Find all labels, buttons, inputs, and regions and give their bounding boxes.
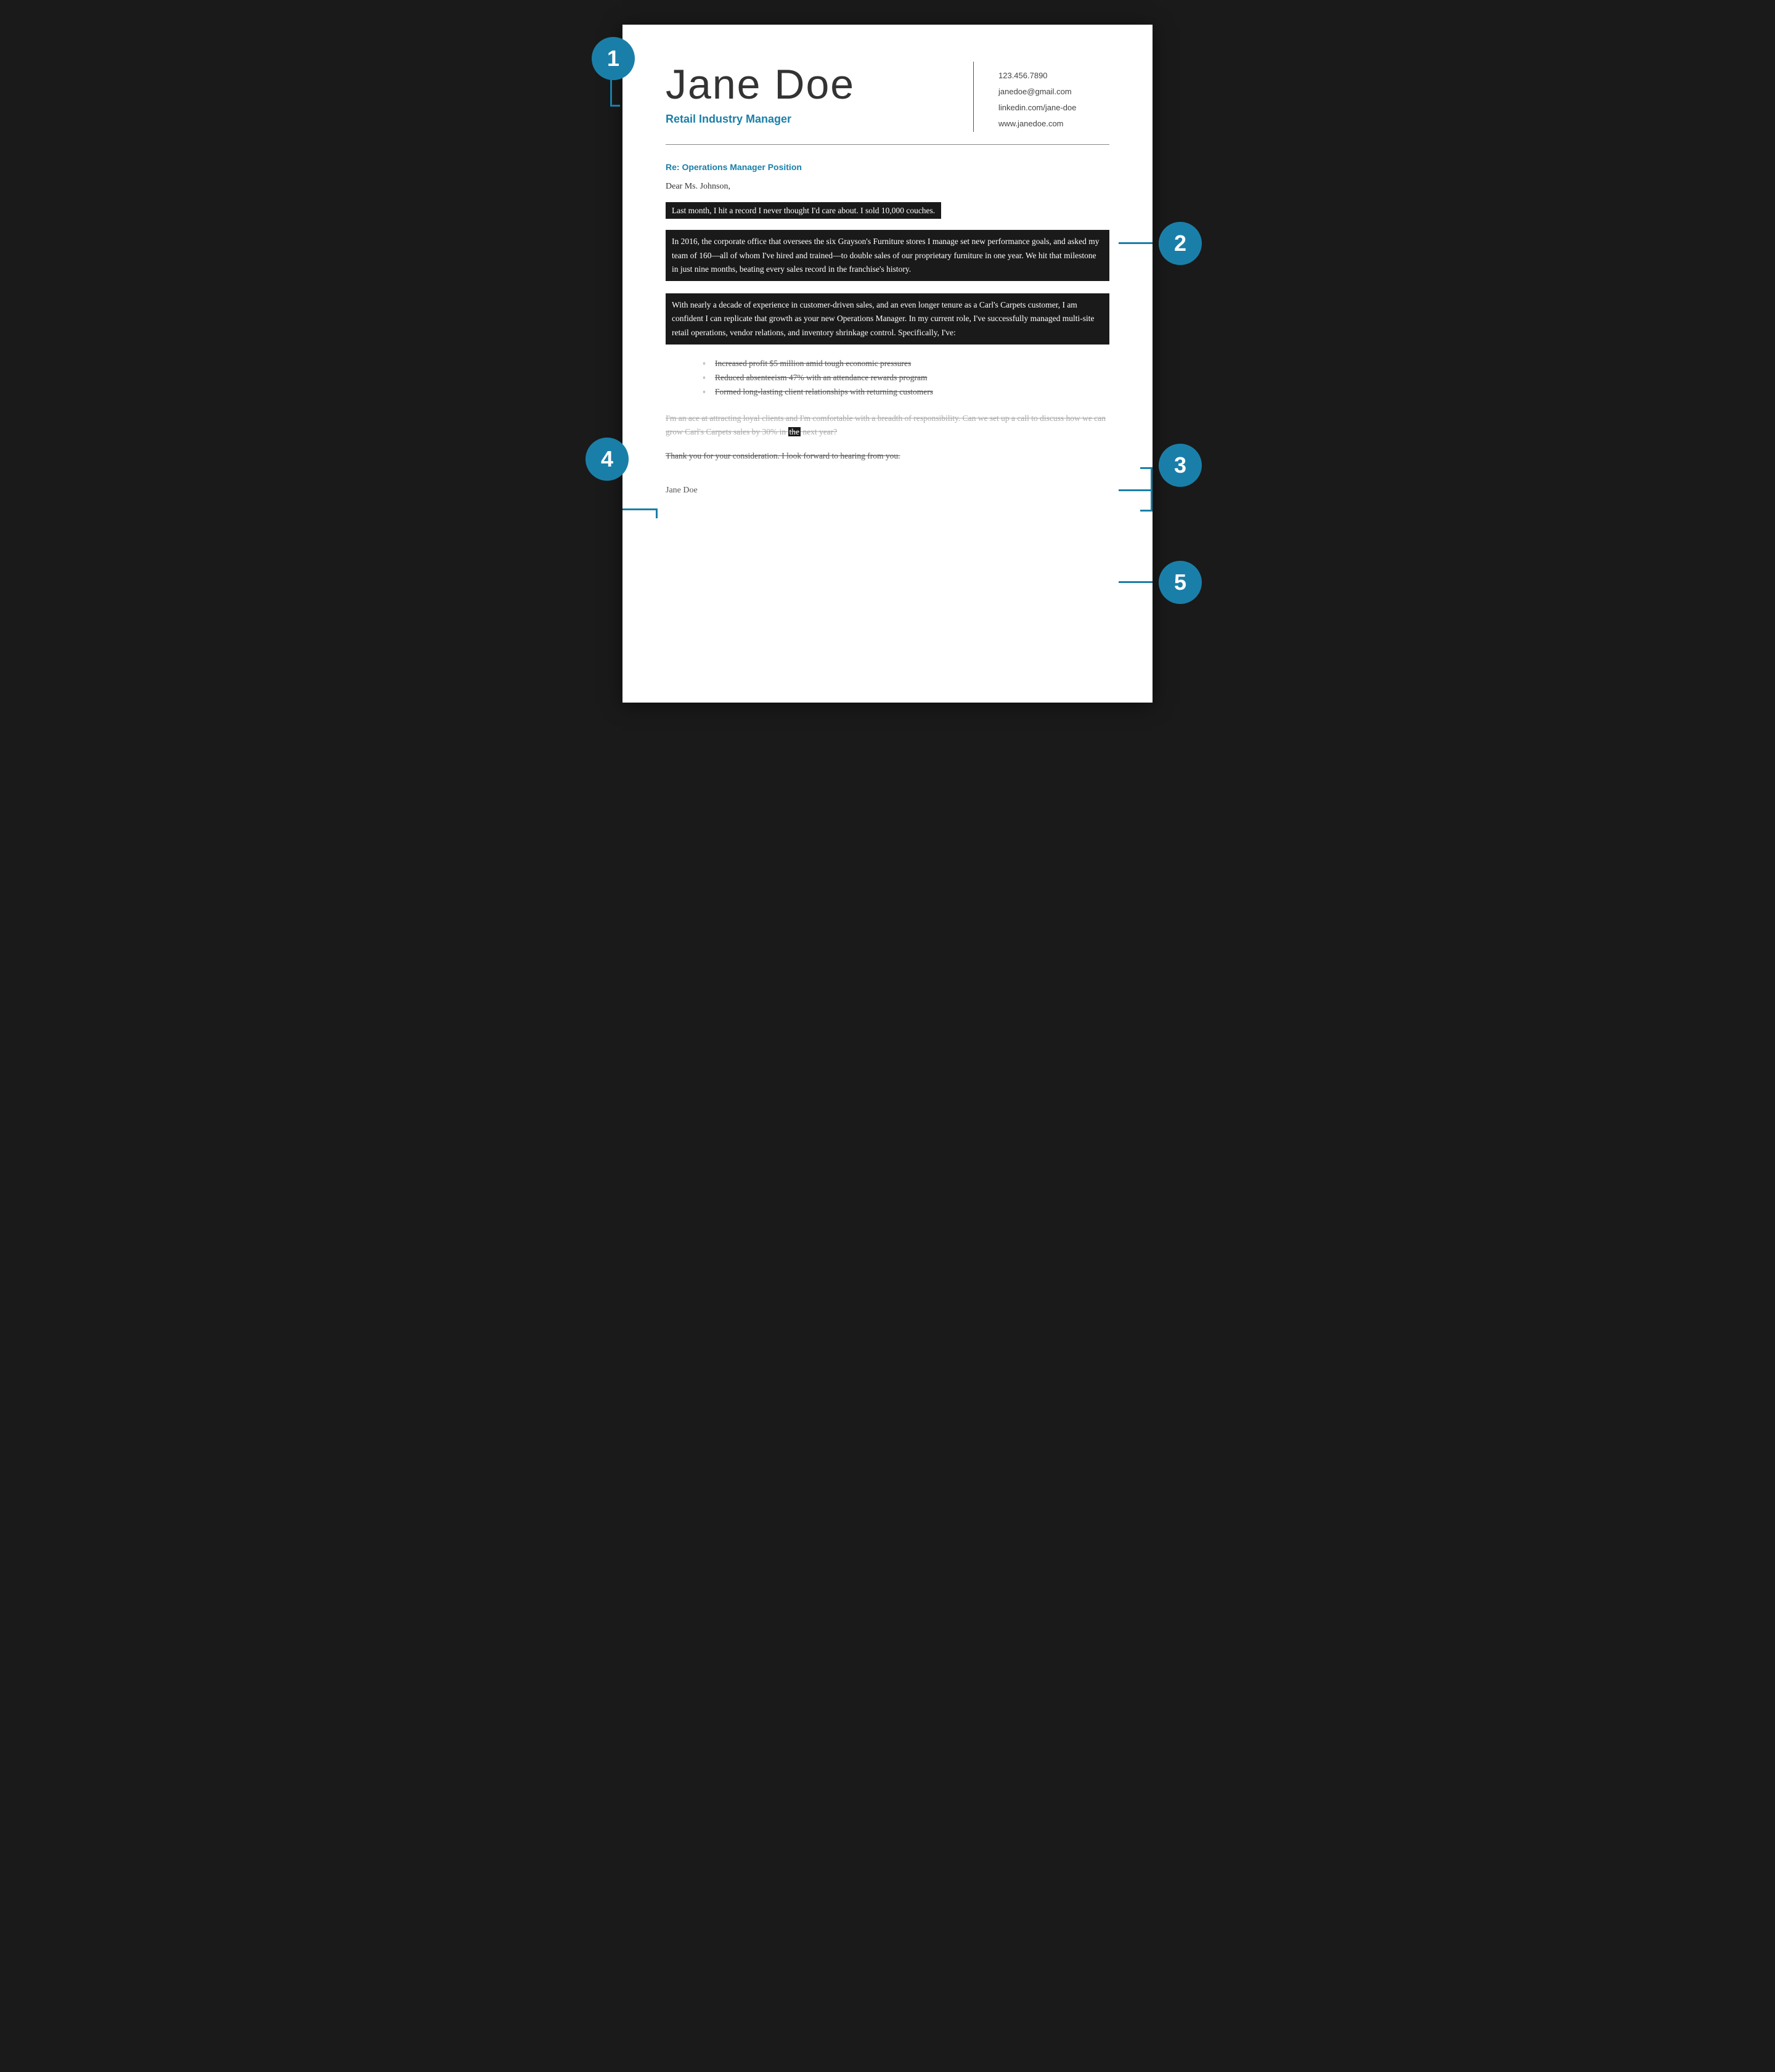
- linkedin: linkedin.com/jane-doe: [998, 100, 1109, 116]
- paragraph-2: In 2016, the corporate office that overs…: [666, 230, 1109, 281]
- resume-page: Jane Doe Retail Industry Manager 123.456…: [622, 25, 1153, 703]
- paragraph-2-highlight: In 2016, the corporate office that overs…: [666, 230, 1109, 281]
- bullet-item-2: Reduced absenteeism 47% with an attendan…: [703, 371, 1109, 385]
- annotation-bubble-5: 5: [1159, 561, 1202, 604]
- closing-line: Thank you for your consideration. I look…: [666, 451, 1109, 461]
- letter-body: Re: Operations Manager Position Dear Ms.…: [666, 162, 1109, 496]
- annotation-line-2: [1119, 242, 1153, 244]
- email: janedoe@gmail.com: [998, 84, 1109, 100]
- salutation: Dear Ms. Johnson,: [666, 182, 1109, 192]
- job-title: Retail Industry Manager: [666, 113, 949, 126]
- paragraph-1-highlight: Last month, I hit a record I never thoug…: [666, 202, 941, 219]
- annotation-line-4v: [656, 508, 658, 518]
- sign-name: Jane Doe: [666, 486, 1109, 496]
- header-divider: [973, 62, 974, 132]
- section-divider: [666, 144, 1109, 145]
- annotation-line-5: [1119, 581, 1153, 583]
- paragraph-4: I'm an ace at attracting loyal clients a…: [666, 412, 1109, 439]
- paragraph-3: With nearly a decade of experience in cu…: [666, 293, 1109, 345]
- annotation-line-4: [622, 508, 656, 510]
- bullet-list: Increased profit $5 million amid tough e…: [703, 357, 1109, 399]
- annotation-bubble-3: 3: [1159, 444, 1202, 487]
- header-left: Jane Doe Retail Industry Manager: [666, 62, 949, 126]
- paragraph-1: Last month, I hit a record I never thoug…: [666, 204, 1109, 218]
- annotation-bubble-4: 4: [586, 438, 629, 481]
- annotation-line-3h: [1119, 489, 1153, 491]
- word-highlight-the: the: [788, 427, 801, 436]
- paragraph-3-highlight: With nearly a decade of experience in cu…: [666, 293, 1109, 345]
- contact-info: 123.456.7890 janedoe@gmail.com linkedin.…: [998, 62, 1109, 132]
- name-bracket-bottom: [610, 105, 620, 107]
- website: www.janedoe.com: [998, 116, 1109, 132]
- header-section: Jane Doe Retail Industry Manager 123.456…: [666, 62, 1109, 132]
- annotation-bubble-1: 1: [592, 37, 635, 80]
- signature-block: Thank you for your consideration. I look…: [666, 451, 1109, 496]
- outer-wrapper: 1 2 3 4 5 Jane Doe Retail Industry Manag…: [622, 25, 1153, 703]
- annotation-bubble-2: 2: [1159, 222, 1202, 265]
- re-line: Re: Operations Manager Position: [666, 162, 1109, 172]
- bullet-item-3: Formed long-lasting client relationships…: [703, 385, 1109, 399]
- bullet-item-1: Increased profit $5 million amid tough e…: [703, 357, 1109, 371]
- applicant-name: Jane Doe: [666, 62, 949, 108]
- phone: 123.456.7890: [998, 68, 1109, 84]
